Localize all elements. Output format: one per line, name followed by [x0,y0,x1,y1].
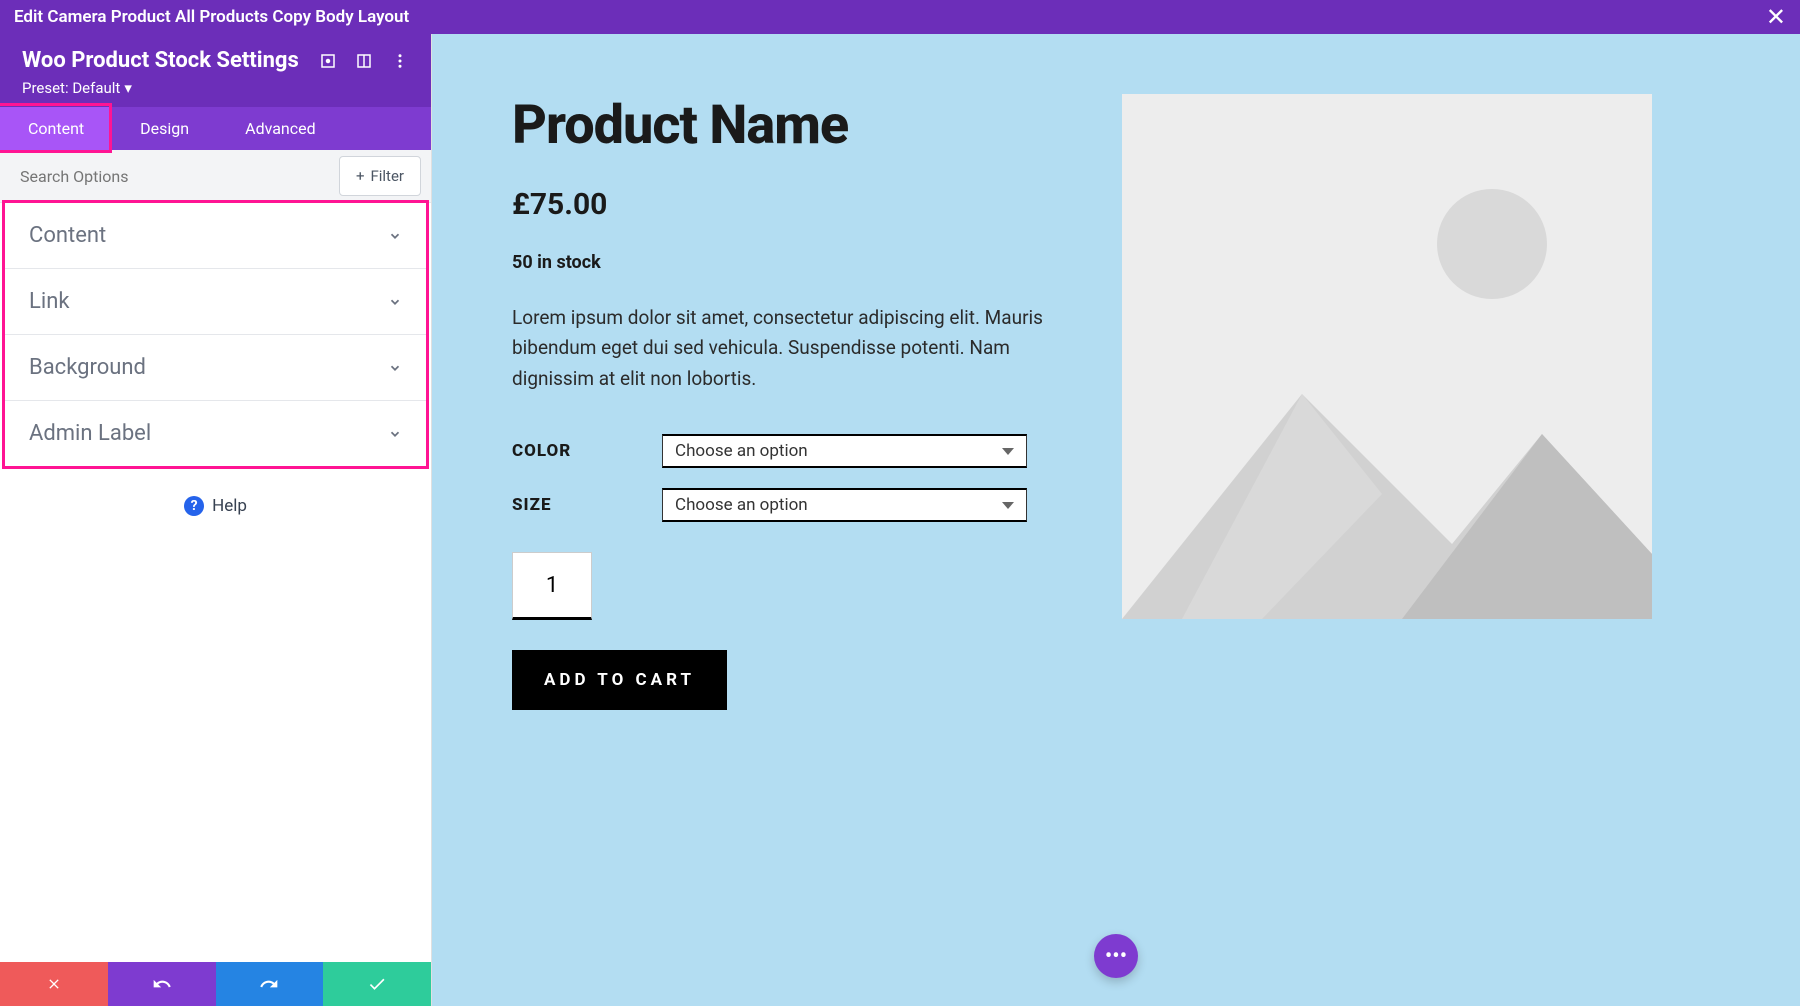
more-horizontal-icon: ••• [1105,944,1127,969]
preset-selector[interactable]: Preset: Default ▾ [22,79,409,97]
dropdown-icon [1002,448,1014,455]
tab-content[interactable]: Content [0,107,112,150]
size-select[interactable]: Choose an option [662,488,1027,522]
chevron-down-icon [388,427,402,441]
redo-button[interactable] [216,962,324,1006]
cancel-button[interactable] [0,962,108,1006]
dropdown-icon [1002,502,1014,509]
size-label: SIZE [512,495,662,515]
product-description: Lorem ipsum dolor sit amet, consectetur … [512,303,1062,394]
top-bar-title: Edit Camera Product All Products Copy Bo… [14,7,409,27]
section-content[interactable]: Content [5,203,426,269]
section-admin-label[interactable]: Admin Label [5,401,426,466]
help-link[interactable]: ? Help [0,472,431,540]
close-icon [46,976,62,992]
search-input[interactable] [0,153,339,200]
top-bar: Edit Camera Product All Products Copy Bo… [0,0,1800,34]
filter-button[interactable]: + Filter [339,156,421,196]
sidebar-title: Woo Product Stock Settings [22,48,301,73]
color-select[interactable]: Choose an option [662,434,1027,468]
columns-icon[interactable] [355,52,373,70]
floating-action-button[interactable]: ••• [1094,934,1138,978]
check-icon [367,974,387,994]
close-icon[interactable]: ✕ [1766,5,1786,29]
chevron-down-icon [388,295,402,309]
section-link[interactable]: Link [5,269,426,335]
plus-icon: + [356,167,365,185]
save-button[interactable] [323,962,431,1006]
color-label: COLOR [512,441,662,461]
undo-button[interactable] [108,962,216,1006]
tab-design[interactable]: Design [112,107,217,150]
settings-tabs: Content Design Advanced [0,107,431,150]
chevron-down-icon [388,229,402,243]
tab-advanced[interactable]: Advanced [217,107,344,150]
add-to-cart-button[interactable]: ADD TO CART [512,650,727,710]
settings-sidebar: Woo Product Stock Settings Preset: Defau… [0,34,432,1006]
more-icon[interactable] [391,52,409,70]
image-placeholder-icon [1122,94,1652,619]
preview-canvas: Product Name £75.00 50 in stock Lorem ip… [432,34,1800,1006]
redo-icon [259,974,279,994]
product-price: £75.00 [512,187,1062,222]
help-icon: ? [184,496,204,516]
quantity-input[interactable]: 1 [512,552,592,620]
undo-icon [152,974,172,994]
product-image-placeholder [1122,94,1652,619]
fullscreen-icon[interactable] [319,52,337,70]
stock-status: 50 in stock [512,252,1062,273]
chevron-down-icon: ▾ [124,79,132,97]
product-title: Product Name [512,94,1062,157]
chevron-down-icon [388,361,402,375]
sections-highlight: Content Link Background Admin Label [2,200,429,469]
bottom-actions [0,962,431,1006]
section-background[interactable]: Background [5,335,426,401]
